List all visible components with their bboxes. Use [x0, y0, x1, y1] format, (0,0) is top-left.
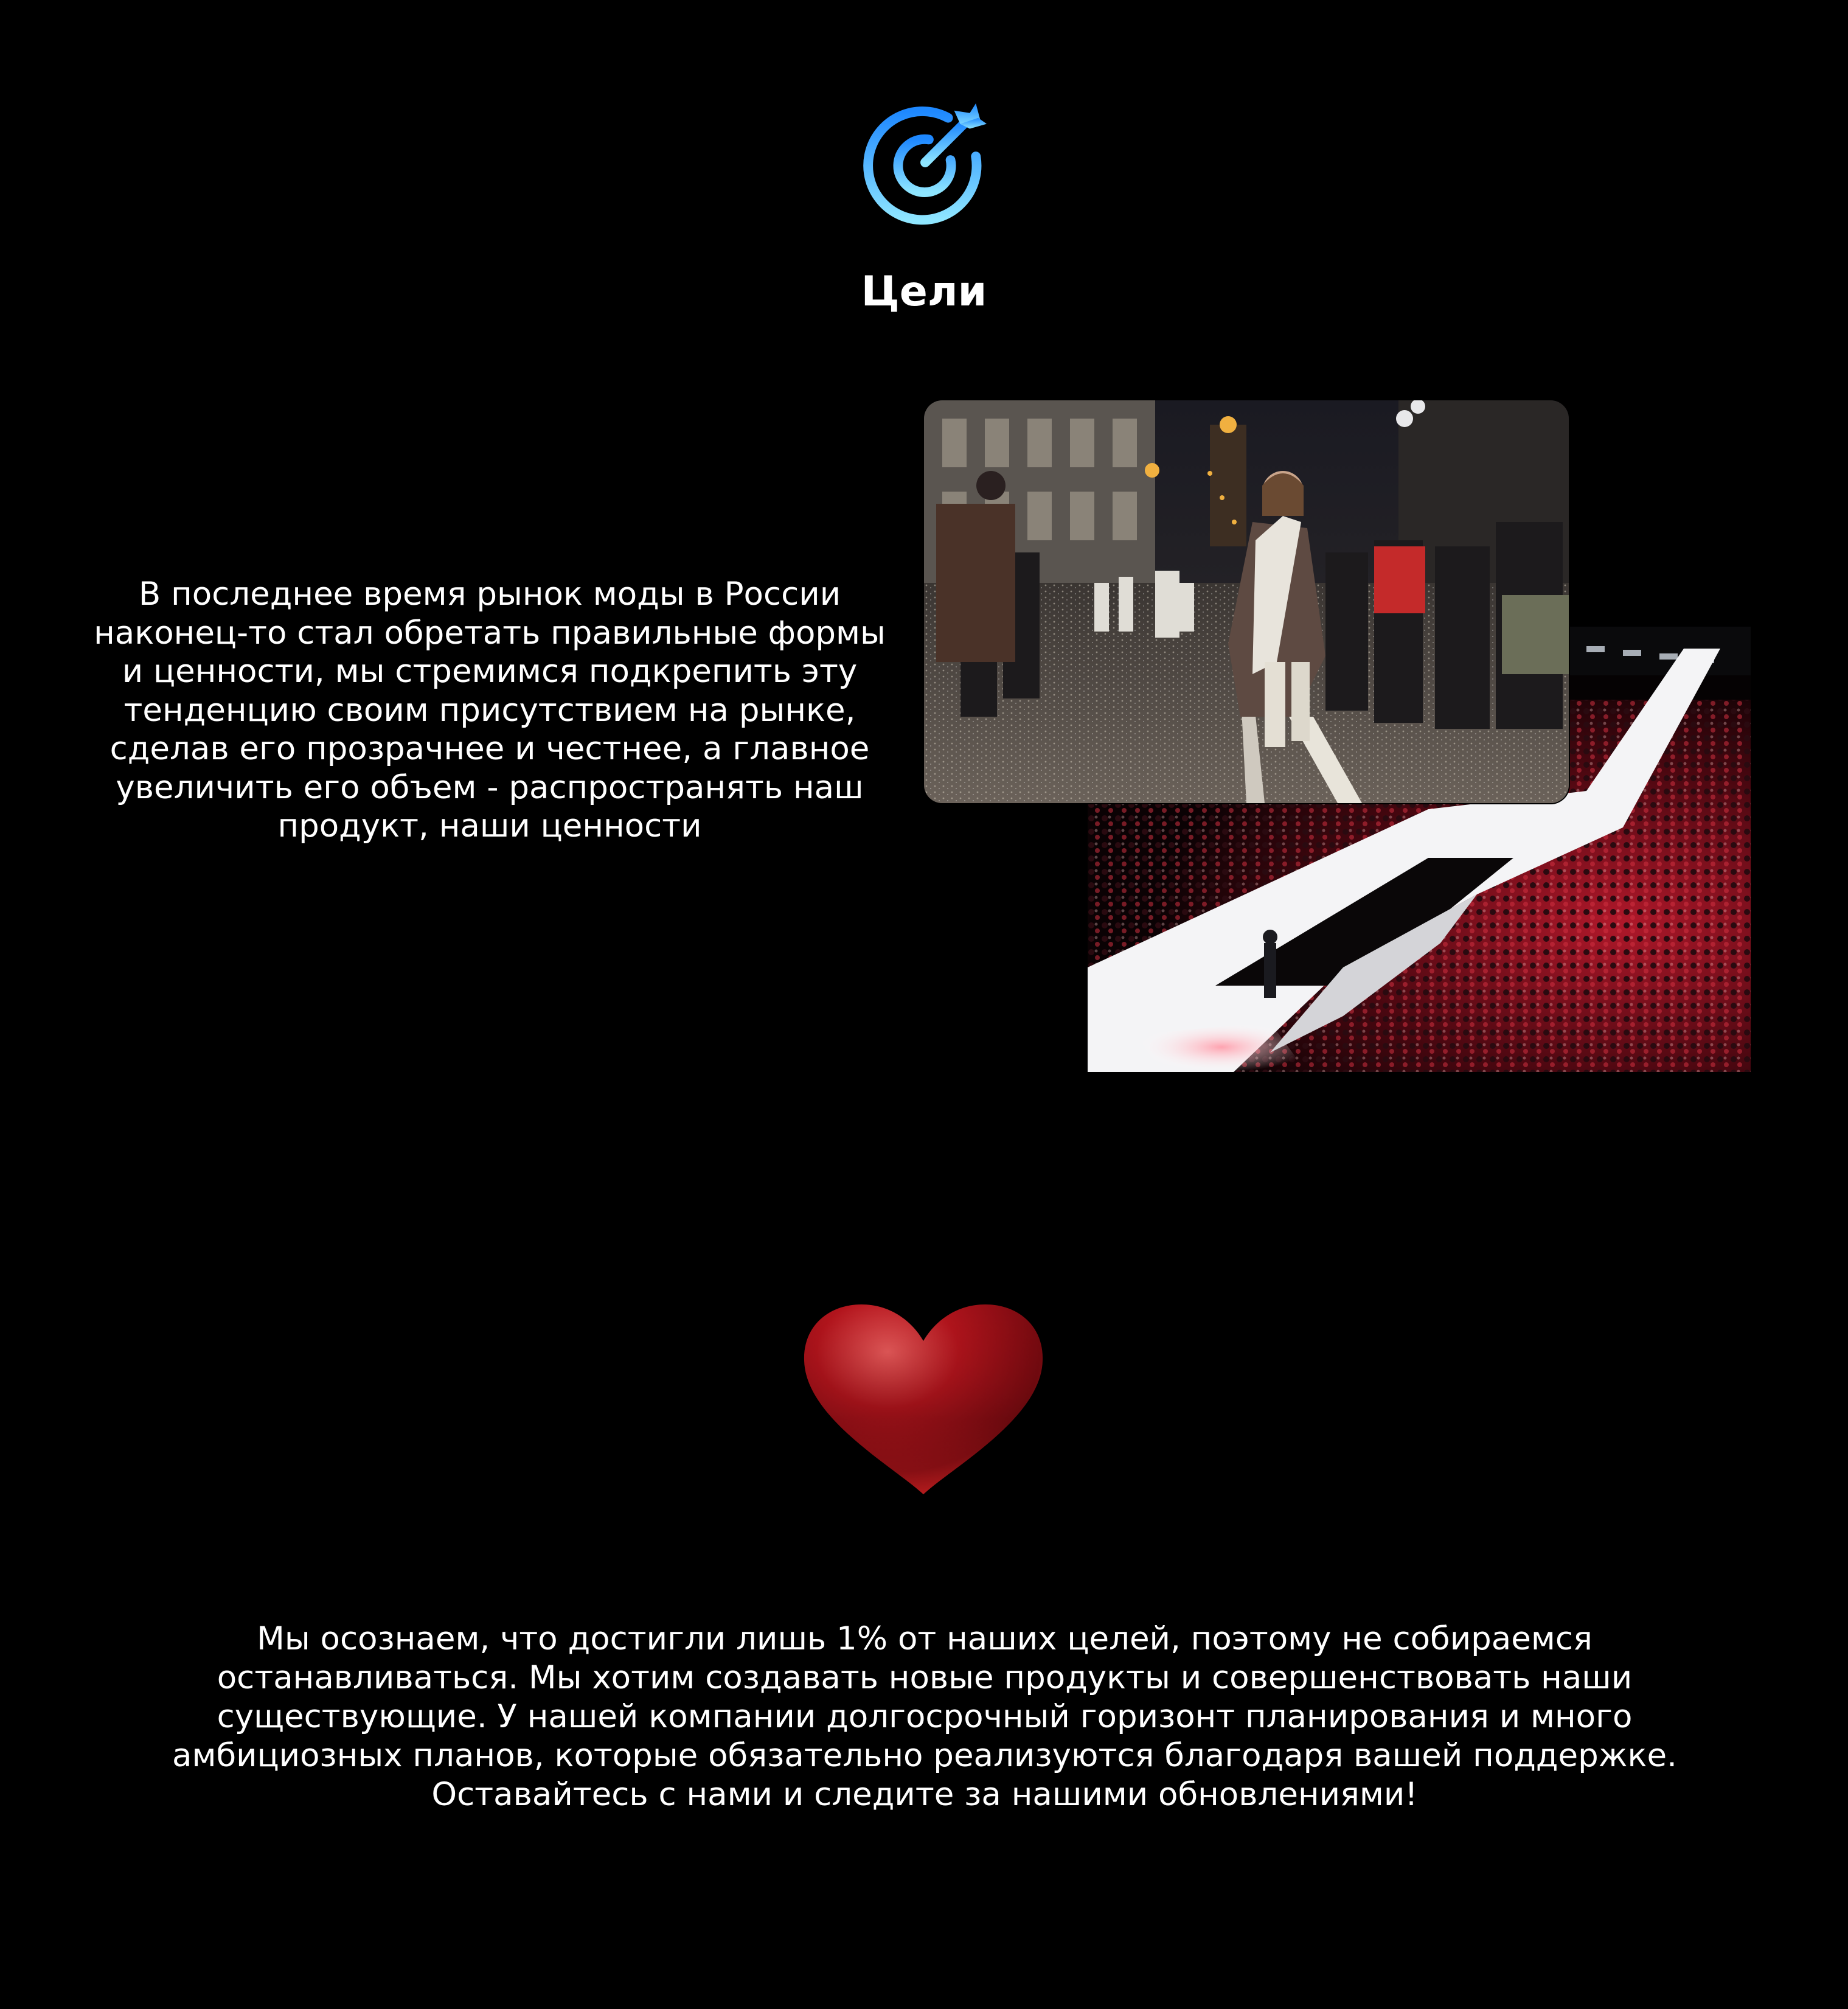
closing-paragraph: Мы осознаем, что достигли лишь 1% от наш… — [172, 1620, 1677, 1813]
target-arrow-icon — [863, 103, 987, 225]
heart-icon — [804, 1304, 1043, 1494]
intro-paragraph: В последнее время рынок моды в России на… — [94, 576, 886, 844]
street-fashion-show-photo — [924, 400, 1569, 803]
page-title: Цели — [861, 268, 987, 316]
